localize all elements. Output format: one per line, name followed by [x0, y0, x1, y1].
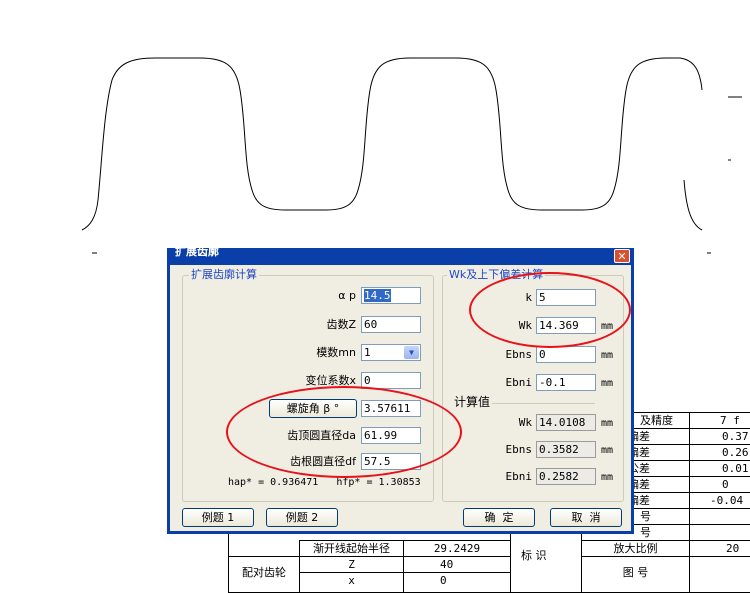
- module-label: 模数mn: [316, 346, 356, 359]
- teeth-label: 齿数Z: [326, 318, 356, 331]
- table-cell: [689, 556, 750, 593]
- table-cell: 0: [689, 476, 750, 493]
- table-cell: 标 识: [510, 533, 582, 593]
- table-cell: 20: [689, 540, 750, 557]
- table-cell: 放大比例: [581, 540, 690, 557]
- teeth-input[interactable]: 60: [361, 316, 421, 333]
- table-cell: -0.04: [689, 492, 750, 509]
- calc-wk-label: Wk: [518, 416, 532, 429]
- table-cell: 0: [403, 572, 511, 593]
- table-cell: 配对齿轮: [228, 556, 300, 593]
- selected-text: 14.5: [364, 289, 391, 302]
- annotation-ellipse-diameters: [226, 386, 462, 478]
- calc-wk-value: 14.0108: [536, 414, 596, 431]
- calc-ebni-value: 0.2582: [536, 468, 596, 485]
- alpha-label: α p: [338, 289, 356, 302]
- mark-label: 标 识: [521, 549, 547, 562]
- dialog-title: 扩展齿廓: [175, 245, 219, 258]
- group-title: 扩展齿廓计算: [189, 268, 259, 281]
- example-1-button[interactable]: 例题 1: [182, 508, 254, 527]
- module-select[interactable]: 1 ▼: [361, 344, 421, 361]
- table-cell: 0.26: [689, 444, 750, 461]
- example-2-button[interactable]: 例题 2: [266, 508, 338, 527]
- unit-label: mm: [601, 445, 614, 456]
- calc-ebns-label: Ebns: [505, 443, 533, 456]
- gear-tooth-curve-right: [683, 179, 703, 231]
- table-cell: 0.37: [689, 428, 750, 445]
- ebns-input[interactable]: 0: [536, 346, 596, 363]
- calc-ebns-value: 0.3582: [536, 441, 596, 458]
- cancel-button[interactable]: 取 消: [550, 508, 622, 527]
- table-cell: Z: [299, 556, 404, 573]
- table-cell: 图 号: [581, 556, 690, 593]
- table-cell: [689, 508, 750, 525]
- table-cell: 40: [403, 556, 511, 573]
- table-cell: 0.01: [689, 460, 750, 477]
- ebni-label: Ebni: [505, 376, 533, 389]
- gear-tooth-curve: [81, 57, 703, 231]
- unit-label: mm: [601, 472, 614, 483]
- coefficient-readout: hap* = 0.936471 hfp* = 1.30853: [228, 477, 421, 488]
- ok-button[interactable]: 确 定: [463, 508, 535, 527]
- table-cell: 渐开线起始半径: [299, 540, 404, 557]
- annotation-ellipse-wk: [469, 272, 631, 348]
- table-cell: 号: [640, 526, 651, 539]
- unit-label: mm: [601, 378, 614, 389]
- ebni-input[interactable]: -0.1: [536, 374, 596, 391]
- alpha-input[interactable]: 14.5: [361, 287, 421, 304]
- close-icon[interactable]: ✕: [614, 249, 630, 263]
- chevron-down-icon[interactable]: ▼: [404, 346, 419, 359]
- table-cell: x: [299, 572, 404, 593]
- table-cell: 号: [640, 510, 651, 523]
- table-cell: 7 f: [689, 412, 750, 429]
- calc-separator: [490, 403, 595, 404]
- calc-ebni-label: Ebni: [505, 470, 533, 483]
- ebns-label: Ebns: [505, 348, 533, 361]
- table-cell: 及精度: [640, 414, 673, 427]
- module-value: 1: [364, 346, 371, 359]
- table-cell: 29.2429: [403, 540, 511, 557]
- table-cell: [689, 524, 750, 541]
- calc-section-title: 计算值: [452, 395, 493, 410]
- unit-label: mm: [601, 350, 614, 361]
- unit-label: mm: [601, 418, 614, 429]
